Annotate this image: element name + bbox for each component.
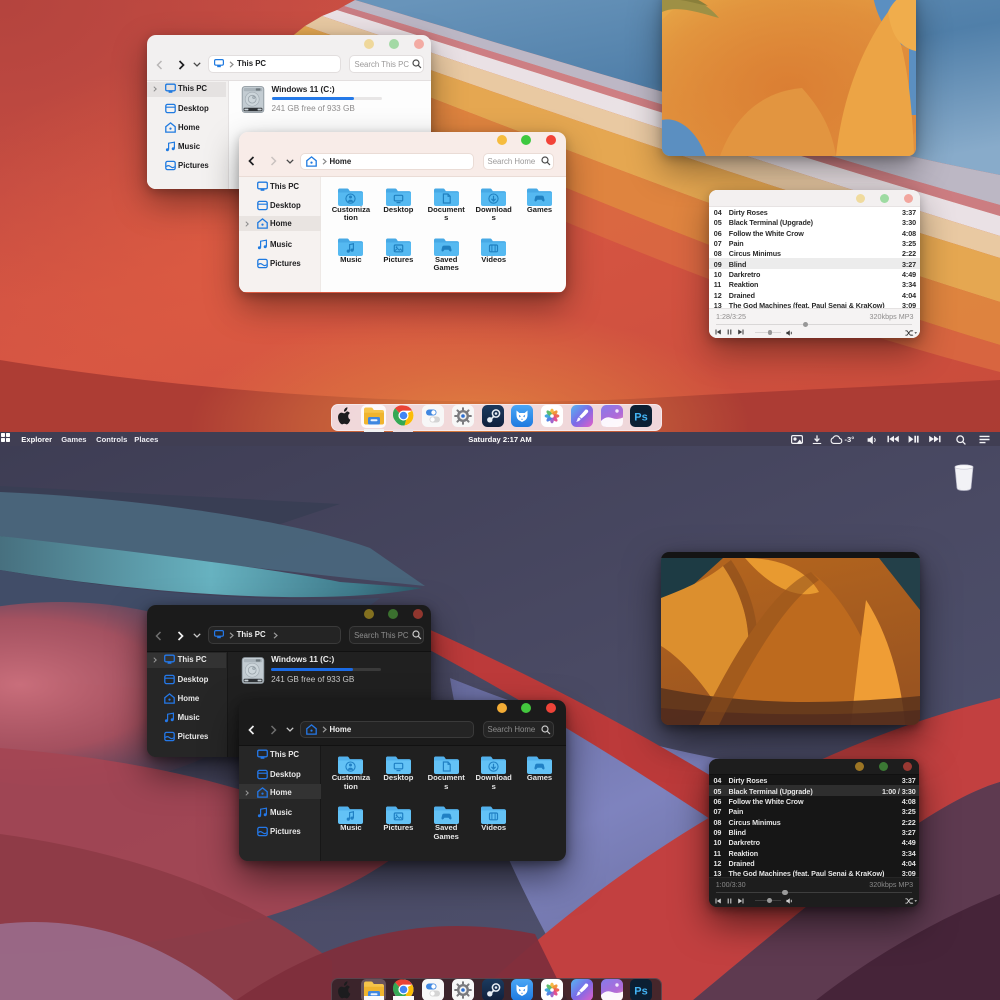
svg-text:Ps: Ps <box>634 411 647 423</box>
svg-text:Ps: Ps <box>634 985 647 997</box>
